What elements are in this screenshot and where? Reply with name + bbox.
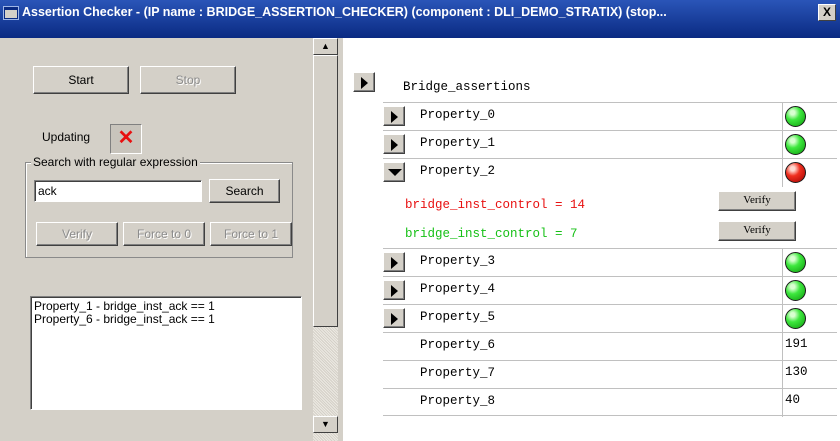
status-led-icon: [785, 162, 806, 183]
column-divider: [782, 131, 783, 159]
force-to-1-button[interactable]: Force to 1: [210, 222, 292, 246]
column-divider: [782, 277, 783, 305]
title-bar[interactable]: Assertion Checker - (IP name : BRIDGE_AS…: [0, 0, 840, 38]
expand-arrow-icon: [391, 257, 398, 269]
collapse-arrow-icon: [388, 169, 402, 176]
status-led-icon: [785, 280, 806, 301]
property-label: Property_2: [420, 164, 496, 178]
column-divider: [782, 361, 783, 389]
property-label: Property_4: [420, 282, 496, 296]
column-divider: [782, 103, 783, 131]
property-label: Property_8: [420, 394, 496, 408]
force-to-0-button[interactable]: Force to 0: [123, 222, 205, 246]
verify-detail-button[interactable]: Verify: [718, 221, 796, 241]
expand-property-button[interactable]: [383, 280, 405, 300]
control-panel: Start Stop Updating ✕ Search with regula…: [0, 38, 320, 441]
property-row: Property_7 130: [383, 360, 837, 389]
property-label: Property_3: [420, 254, 496, 268]
property-row: Property_2: [383, 158, 837, 187]
column-divider: [782, 159, 783, 187]
expand-arrow-icon: [391, 111, 398, 123]
scroll-up-arrow-icon[interactable]: ▲: [313, 38, 338, 55]
start-button[interactable]: Start: [33, 66, 129, 94]
property-row: Property_6 191: [383, 332, 837, 361]
expand-property-button[interactable]: [383, 308, 405, 328]
search-input[interactable]: [34, 180, 202, 202]
property-row: Property_5: [383, 304, 837, 333]
updating-status-x-icon: ✕: [110, 124, 142, 154]
search-results-list[interactable]: Property_1 - bridge_inst_ack == 1 Proper…: [30, 296, 302, 410]
collapse-property-button[interactable]: [383, 162, 405, 182]
verify-detail-button[interactable]: Verify: [718, 191, 796, 211]
column-divider: [782, 249, 783, 277]
column-divider: [782, 389, 783, 417]
verify-button[interactable]: Verify: [36, 222, 118, 246]
property-row: Property_8 40: [383, 388, 837, 417]
property-value: 191: [785, 337, 808, 351]
property-row: Property_1: [383, 130, 837, 159]
status-led-icon: [785, 252, 806, 273]
close-button[interactable]: X: [818, 4, 836, 21]
expand-arrow-icon: [391, 285, 398, 297]
status-led-icon: [785, 308, 806, 329]
property-label: Property_1: [420, 136, 496, 150]
window-app-icon: [3, 6, 19, 20]
assertion-detail-line: bridge_inst_control = 7: [405, 227, 578, 241]
property-row: Property_3: [383, 248, 837, 277]
scroll-thumb[interactable]: [313, 55, 338, 327]
assertion-detail-line: bridge_inst_control = 14: [405, 198, 586, 212]
scroll-down-arrow-icon[interactable]: ▼: [313, 416, 338, 433]
expand-property-button[interactable]: [383, 106, 405, 126]
expand-property-button[interactable]: [383, 134, 405, 154]
expand-property-button[interactable]: [383, 252, 405, 272]
expand-bridge-assertions-button[interactable]: [353, 72, 375, 92]
panel-scrollbar[interactable]: ▲ ▼: [313, 38, 338, 441]
stop-button[interactable]: Stop: [140, 66, 236, 94]
property-value: 40: [785, 393, 801, 407]
status-led-icon: [785, 106, 806, 127]
property-value: 130: [785, 365, 808, 379]
assertion-tree-panel: Bridge_assertions Property_0 Property_1 …: [343, 38, 840, 441]
property-label: Property_5: [420, 310, 496, 324]
status-led-icon: [785, 134, 806, 155]
property-label: Property_7: [420, 366, 496, 380]
search-result-item[interactable]: Property_6 - bridge_inst_ack == 1: [34, 313, 298, 326]
expand-arrow-icon: [391, 313, 398, 325]
property-row: Property_4: [383, 276, 837, 305]
expand-arrow-icon: [391, 139, 398, 151]
property-row: Property_0: [383, 102, 837, 131]
root-node-label: Bridge_assertions: [403, 80, 531, 94]
search-group-label: Search with regular expression: [31, 155, 200, 169]
window-title: Assertion Checker - (IP name : BRIDGE_AS…: [22, 5, 667, 19]
updating-label: Updating: [42, 130, 91, 144]
column-divider: [782, 333, 783, 361]
property-label: Property_0: [420, 108, 496, 122]
assertion-checker-window: Assertion Checker - (IP name : BRIDGE_AS…: [0, 0, 840, 441]
expand-arrow-icon: [361, 77, 368, 89]
search-button[interactable]: Search: [209, 179, 280, 203]
property-label: Property_6: [420, 338, 496, 352]
column-divider: [782, 305, 783, 333]
